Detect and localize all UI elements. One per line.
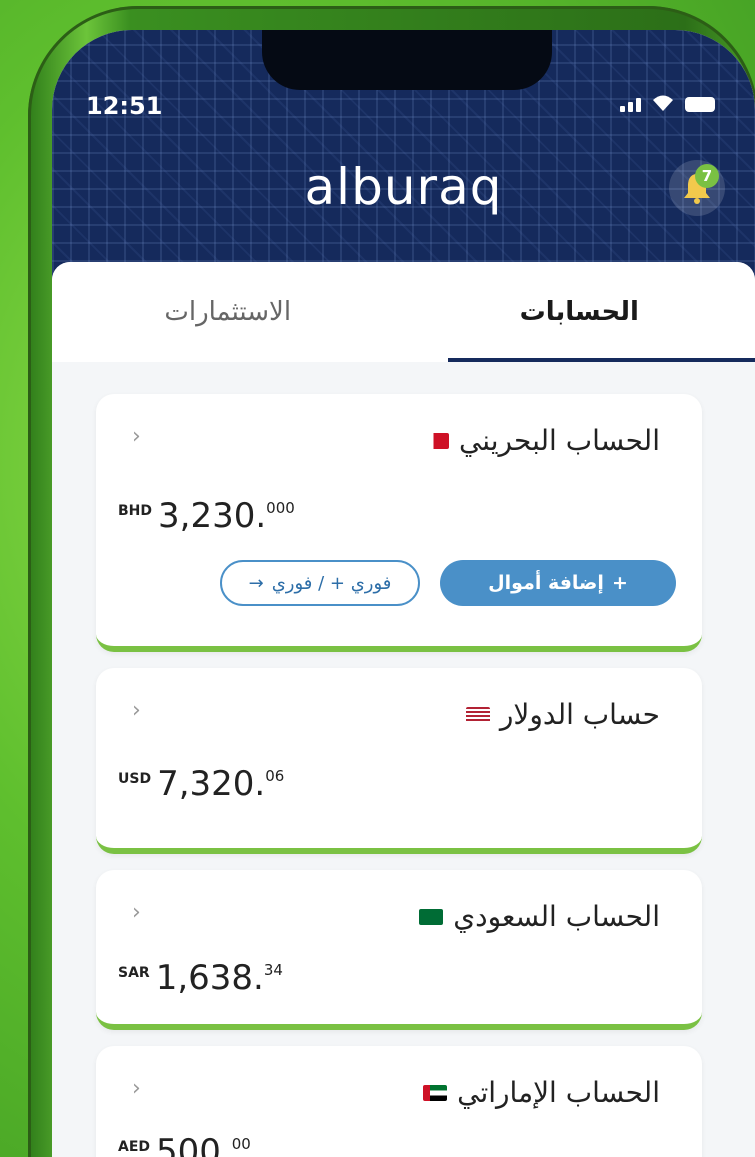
balance-cents: 000	[266, 499, 295, 517]
plus-icon: +	[611, 572, 628, 594]
status-icons	[620, 94, 715, 112]
fawri-transfer-button[interactable]: فوري + / فوري →	[220, 560, 420, 606]
bahrain-flag-icon	[424, 432, 449, 449]
notification-badge: 7	[695, 164, 719, 188]
signal-icon	[620, 98, 641, 112]
brand-logo: alburaq	[304, 158, 503, 216]
account-title: حساب الدولار	[465, 698, 660, 731]
account-name: الحساب السعودي	[453, 900, 660, 933]
wifi-icon	[653, 95, 673, 111]
account-title: الحساب السعودي	[419, 900, 660, 933]
balance-cents: 00	[231, 1135, 251, 1153]
phone-notch	[262, 30, 552, 90]
app-screen: 12:51 alburaq 7 الاستثمارات الحسابات › ا…	[52, 30, 755, 1157]
account-name: الحساب البحريني	[458, 424, 660, 457]
account-balance: AED 500.00	[118, 1132, 251, 1157]
account-balance: USD 7,320.06	[118, 764, 284, 804]
chevron-right-icon: ›	[132, 900, 141, 925]
battery-icon	[685, 97, 715, 112]
add-funds-button[interactable]: + إضافة أموال	[440, 560, 676, 606]
saudi-flag-icon	[419, 908, 444, 925]
account-card-sar[interactable]: › الحساب السعودي SAR 1,638.34	[96, 870, 702, 1030]
app-header: 12:51 alburaq 7	[52, 30, 755, 280]
usa-flag-icon	[465, 706, 490, 723]
arrow-right-icon: →	[248, 572, 264, 594]
account-card-bhd[interactable]: › الحساب البحريني BHD 3,230.000 فوري + / …	[96, 394, 702, 652]
account-balance: BHD 3,230.000	[118, 496, 295, 536]
chevron-right-icon: ›	[132, 698, 141, 723]
uae-flag-icon	[423, 1084, 448, 1101]
currency-code: USD	[118, 771, 152, 787]
status-time: 12:51	[86, 92, 163, 120]
tab-investments[interactable]: الاستثمارات	[52, 262, 404, 362]
balance-amount: 7,320.	[157, 764, 266, 804]
balance-cents: 34	[263, 961, 283, 979]
fawri-label: فوري + / فوري	[271, 572, 392, 594]
account-name: الحساب الإماراتي	[457, 1076, 660, 1109]
account-title: الحساب الإماراتي	[423, 1076, 660, 1109]
chevron-right-icon: ›	[132, 1076, 141, 1101]
add-funds-label: إضافة أموال	[488, 572, 604, 594]
tab-accounts[interactable]: الحسابات	[404, 262, 755, 362]
account-name: حساب الدولار	[499, 698, 660, 731]
account-title: الحساب البحريني	[424, 424, 660, 457]
chevron-right-icon: ›	[132, 424, 141, 449]
notifications-button[interactable]: 7	[669, 160, 725, 216]
account-card-aed[interactable]: › الحساب الإماراتي AED 500.00	[96, 1046, 702, 1157]
currency-code: SAR	[118, 965, 150, 981]
accounts-panel: الاستثمارات الحسابات › الحساب البحريني B…	[52, 262, 755, 1157]
currency-code: AED	[118, 1139, 151, 1155]
account-balance: SAR 1,638.34	[118, 958, 283, 998]
balance-amount: 1,638.	[155, 958, 264, 998]
balance-amount: 3,230.	[158, 496, 267, 536]
currency-code: BHD	[118, 503, 153, 519]
balance-amount: 500.	[156, 1132, 232, 1157]
balance-cents: 06	[265, 767, 285, 785]
account-card-usd[interactable]: › حساب الدولار USD 7,320.06	[96, 668, 702, 854]
tab-bar: الاستثمارات الحسابات	[52, 262, 755, 362]
